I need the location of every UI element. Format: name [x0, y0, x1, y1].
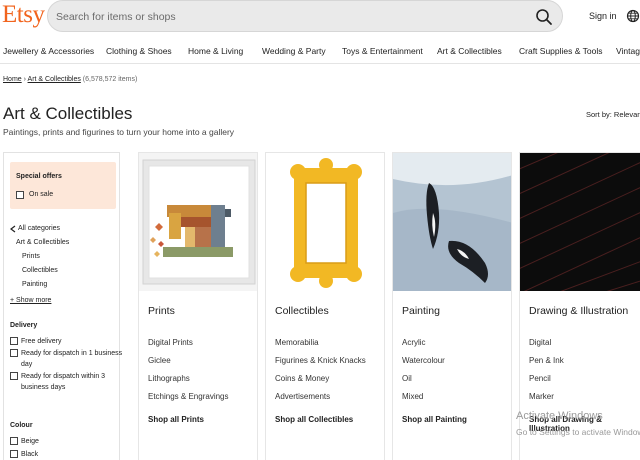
prints-title[interactable]: Prints: [148, 305, 175, 317]
nav-home-living[interactable]: Home & Living: [188, 46, 243, 56]
collectibles-link-memorabilia[interactable]: Memorabilia: [275, 338, 319, 347]
nav-toys[interactable]: Toys & Entertainment: [342, 46, 423, 56]
nav-art-collectibles[interactable]: Art & Collectibles: [437, 46, 502, 56]
beige-checkbox[interactable]: [10, 437, 18, 445]
painting-image[interactable]: [393, 153, 511, 291]
free-delivery-checkbox[interactable]: [10, 337, 18, 345]
painting-link-watercolour[interactable]: Watercolour: [402, 356, 445, 365]
nav-clothing[interactable]: Clothing & Shoes: [106, 46, 172, 56]
breadcrumb-current[interactable]: Art & Collectibles: [28, 76, 81, 83]
nav-jewellery[interactable]: Jewellery & Accessories: [3, 46, 94, 56]
nav-wedding-party[interactable]: Wedding & Party: [262, 46, 326, 56]
nav-vintage[interactable]: Vintage: [616, 46, 640, 56]
category-card-prints[interactable]: Prints Digital Prints Giclee Lithographs…: [138, 152, 258, 460]
search-bar: [47, 0, 563, 32]
dispatch-1-day-label-cont: day: [21, 361, 33, 368]
category-card-painting[interactable]: Painting Acrylic Watercolour Oil Mixed S…: [392, 152, 512, 460]
drawing-link-pen-ink[interactable]: Pen & Ink: [529, 356, 564, 365]
filter-sidebar: Special offers On sale All categories Ar…: [3, 152, 123, 460]
shop-all-collectibles-link[interactable]: Shop all Collectibles: [275, 415, 353, 424]
prints-link-lithographs[interactable]: Lithographs: [148, 374, 190, 383]
breadcrumb-home[interactable]: Home: [3, 76, 22, 83]
painting-link-acrylic[interactable]: Acrylic: [402, 338, 426, 347]
colour-heading: Colour: [10, 422, 33, 429]
on-sale-checkbox[interactable]: [16, 191, 24, 199]
nav-craft-supplies[interactable]: Craft Supplies & Tools: [519, 46, 602, 56]
shop-all-painting-link[interactable]: Shop all Painting: [402, 415, 467, 424]
on-sale-label: On sale: [29, 191, 54, 198]
subcategory-collectibles[interactable]: Collectibles: [22, 267, 58, 274]
drawing-title[interactable]: Drawing & Illustration: [529, 305, 628, 317]
item-count: (6,578,572 items): [82, 76, 138, 83]
page-subtitle: Paintings, prints and figurines to turn …: [3, 127, 235, 137]
sign-in-link[interactable]: Sign in: [589, 11, 617, 21]
search-icon[interactable]: [534, 7, 554, 27]
category-card-collectibles[interactable]: Collectibles Memorabilia Figurines & Kni…: [265, 152, 385, 460]
all-categories-link[interactable]: All categories: [18, 225, 60, 232]
site-header: Etsy Sign in: [0, 0, 640, 36]
breadcrumb: Home › Art & Collectibles (6,578,572 ite…: [3, 76, 137, 83]
subcategory-prints[interactable]: Prints: [22, 253, 40, 260]
drawing-link-digital[interactable]: Digital: [529, 338, 551, 347]
globe-icon[interactable]: [626, 9, 640, 23]
prints-link-giclee[interactable]: Giclee: [148, 356, 171, 365]
black-label: Black: [21, 451, 39, 458]
drawing-link-marker[interactable]: Marker: [529, 392, 554, 401]
current-category-label: Art & Collectibles: [16, 239, 70, 246]
prints-link-etchings[interactable]: Etchings & Engravings: [148, 392, 229, 401]
shop-all-prints-link[interactable]: Shop all Prints: [148, 415, 204, 424]
collectibles-link-figurines[interactable]: Figurines & Knick Knacks: [275, 356, 366, 365]
sort-dropdown[interactable]: Sort by: Relevancy: [586, 110, 640, 119]
painting-link-oil[interactable]: Oil: [402, 374, 412, 383]
collectibles-title[interactable]: Collectibles: [275, 305, 329, 317]
dispatch-1-day-checkbox[interactable]: [10, 349, 18, 357]
delivery-heading: Delivery: [10, 322, 38, 329]
subcategory-painting[interactable]: Painting: [22, 281, 47, 288]
show-more-link[interactable]: + Show more: [10, 297, 51, 304]
black-checkbox[interactable]: [10, 450, 18, 458]
etsy-logo[interactable]: Etsy: [2, 1, 45, 29]
dispatch-3-days-label-cont: business days: [21, 384, 66, 391]
painting-title[interactable]: Painting: [402, 305, 440, 317]
special-offers-panel: Special offers On sale: [10, 162, 116, 209]
dispatch-1-day-label: Ready for dispatch in 1 business: [21, 350, 123, 357]
dispatch-3-days-label: Ready for dispatch within 3: [21, 373, 106, 380]
search-input[interactable]: [56, 8, 516, 26]
activate-windows-watermark: Activate Windows: [516, 410, 603, 422]
collectibles-link-coins[interactable]: Coins & Money: [275, 374, 329, 383]
free-delivery-label: Free delivery: [21, 338, 62, 345]
dispatch-3-days-checkbox[interactable]: [10, 372, 18, 380]
drawing-image[interactable]: [520, 153, 640, 291]
special-offers-title: Special offers: [16, 173, 62, 180]
drawing-link-pencil[interactable]: Pencil: [529, 374, 551, 383]
prints-image[interactable]: [139, 153, 257, 291]
prints-link-digital[interactable]: Digital Prints: [148, 338, 193, 347]
collectibles-image[interactable]: [266, 153, 384, 291]
chevron-left-icon[interactable]: [10, 225, 16, 233]
beige-label: Beige: [21, 438, 39, 445]
painting-link-mixed[interactable]: Mixed: [402, 392, 423, 401]
collectibles-link-advertisements[interactable]: Advertisements: [275, 392, 330, 401]
category-nav: Jewellery & Accessories Clothing & Shoes…: [0, 40, 640, 64]
page-title: Art & Collectibles: [3, 104, 133, 123]
activate-windows-hint: Go to Settings to activate Windows.: [516, 427, 640, 437]
breadcrumb-separator: ›: [23, 76, 26, 83]
